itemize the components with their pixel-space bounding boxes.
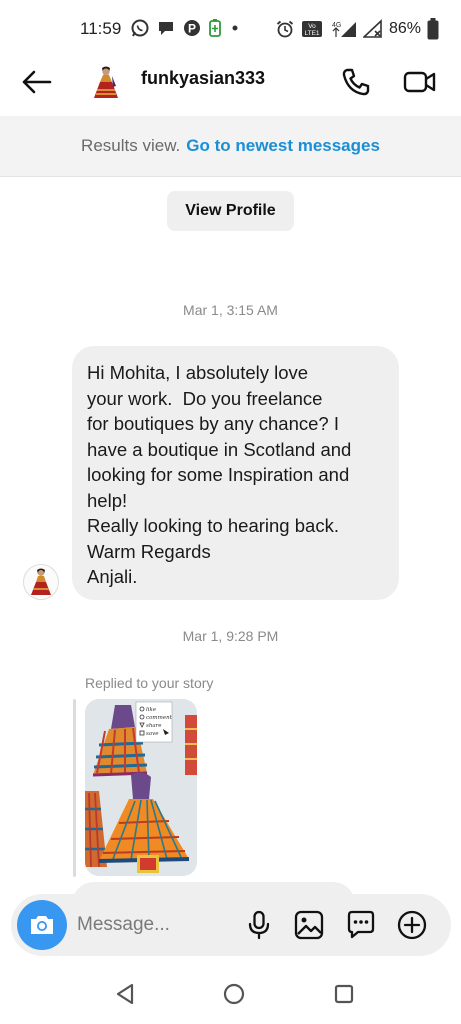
microphone-icon (248, 910, 270, 940)
battery-saver-icon (209, 19, 221, 37)
message-input[interactable] (77, 910, 227, 940)
checklist-share: share (146, 723, 162, 729)
avatar[interactable] (88, 64, 124, 100)
svg-text:Vo: Vo (308, 23, 316, 30)
sticker-chat-button[interactable] (344, 908, 378, 942)
gallery-button[interactable] (292, 908, 326, 942)
sender-avatar[interactable] (23, 564, 59, 600)
results-banner: Results view. Go to newest messages (0, 116, 461, 177)
video-camera-icon[interactable] (403, 66, 437, 98)
svg-text:LTE1: LTE1 (304, 30, 319, 37)
microphone-button[interactable] (242, 908, 276, 942)
signal-x-icon (362, 19, 382, 38)
whatsapp-icon (131, 19, 149, 37)
status-time: 11:59 (80, 19, 122, 38)
pinterest-icon: P (184, 20, 200, 36)
battery-percent: 86% (388, 20, 421, 37)
nav-recents-icon (334, 984, 354, 1004)
plus-button[interactable] (395, 908, 429, 942)
svg-text:P: P (188, 22, 196, 36)
nav-back-icon (116, 983, 134, 1005)
results-view-label: Results view. (81, 136, 181, 155)
story-thumbnail[interactable]: like comment share save (85, 699, 197, 876)
view-profile-button[interactable]: View Profile (167, 191, 294, 231)
volte-icon: VoLTE1 (301, 21, 322, 37)
chat-icon (159, 22, 173, 35)
back-arrow-icon[interactable] (20, 66, 52, 98)
go-to-newest-link[interactable]: Go to newest messages (186, 136, 380, 155)
chat-header: funkyasian333 (0, 58, 461, 116)
nav-recents-button[interactable] (330, 980, 358, 1008)
sticker-chat-icon (347, 910, 375, 939)
checklist-comment: comment (146, 715, 173, 721)
reply-indicator-bar (73, 699, 76, 877)
phone-icon[interactable] (340, 66, 372, 98)
status-bar: 11:59 P Vo LTE1 4G 86% (0, 0, 461, 58)
signal-icon: 4G (332, 22, 356, 37)
message-timestamp: Mar 1, 3:15 AM (183, 302, 278, 318)
message-composer (11, 894, 451, 956)
nav-home-icon (223, 983, 245, 1005)
plus-circle-icon (397, 910, 427, 940)
chat-username[interactable]: funkyasian333 (141, 68, 265, 89)
camera-icon (31, 916, 53, 934)
checklist-like: like (146, 707, 157, 713)
received-message-bubble[interactable]: Hi Mohita, I absolutely love your work. … (72, 346, 399, 600)
story-reply-label: Replied to your story (85, 675, 214, 691)
nav-home-button[interactable] (220, 980, 248, 1008)
checklist-save: save (146, 731, 159, 737)
message-text: Hi Mohita, I absolutely love your work. … (87, 362, 352, 587)
nav-back-button[interactable] (111, 980, 139, 1008)
gallery-icon (294, 910, 324, 940)
alarm-icon (276, 20, 294, 38)
message-timestamp: Mar 1, 9:28 PM (182, 628, 279, 644)
battery-icon (427, 18, 439, 40)
system-nav-bar (0, 964, 461, 1024)
dot-icon (232, 25, 238, 31)
camera-button[interactable] (17, 900, 67, 950)
